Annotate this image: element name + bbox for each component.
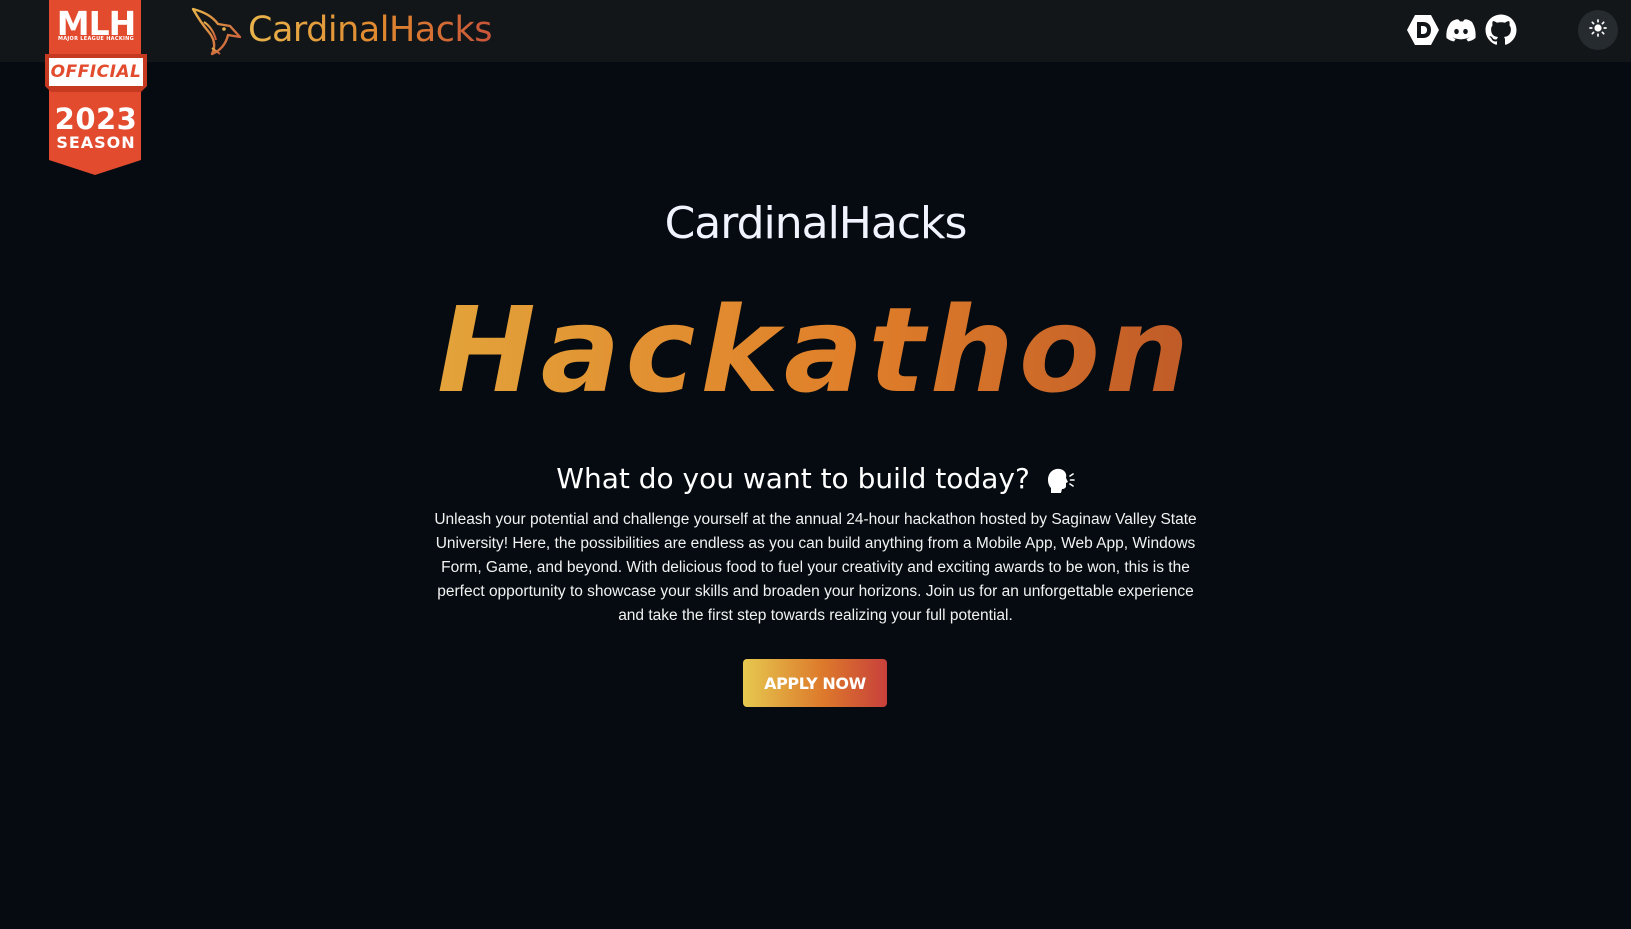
page: CardinalHacks MLH MAJOR LEAGUE HACKING O… (0, 0, 1631, 929)
hero-headline-text: Hackathon (437, 281, 1194, 419)
github-icon (1484, 13, 1518, 47)
hero-question-text: What do you want to build today? (556, 462, 1030, 495)
cardinal-bird-logo-icon (190, 4, 242, 56)
hero-question: What do you want to build today? (0, 462, 1631, 495)
github-link[interactable] (1482, 10, 1520, 50)
theme-toggle-button[interactable] (1578, 10, 1618, 50)
devpost-link[interactable] (1404, 10, 1442, 50)
hero-headline: Hackathon (0, 280, 1631, 420)
hero-site-title: CardinalHacks (664, 198, 968, 249)
sun-icon (1589, 18, 1607, 42)
devpost-icon (1406, 13, 1440, 47)
brand-name: CardinalHacks (248, 10, 492, 50)
discord-icon (1444, 13, 1478, 47)
hero-description: Unleash your potential and challenge you… (434, 511, 1197, 624)
navbar: CardinalHacks (0, 0, 1631, 62)
discord-link[interactable] (1442, 10, 1480, 50)
speaking-head-icon (1045, 466, 1075, 494)
mlh-official-label: OFFICIAL (50, 62, 142, 82)
mlh-year: 2023 (54, 102, 138, 136)
mlh-season: SEASON (56, 133, 136, 152)
mlh-trust-badge[interactable]: MLH MAJOR LEAGUE HACKING OFFICIAL 2023 S… (45, 0, 147, 175)
apply-now-button[interactable]: APPLY NOW (743, 659, 887, 707)
mlh-tagline: MAJOR LEAGUE HACKING (57, 36, 135, 42)
brand-link[interactable]: CardinalHacks (190, 2, 492, 58)
